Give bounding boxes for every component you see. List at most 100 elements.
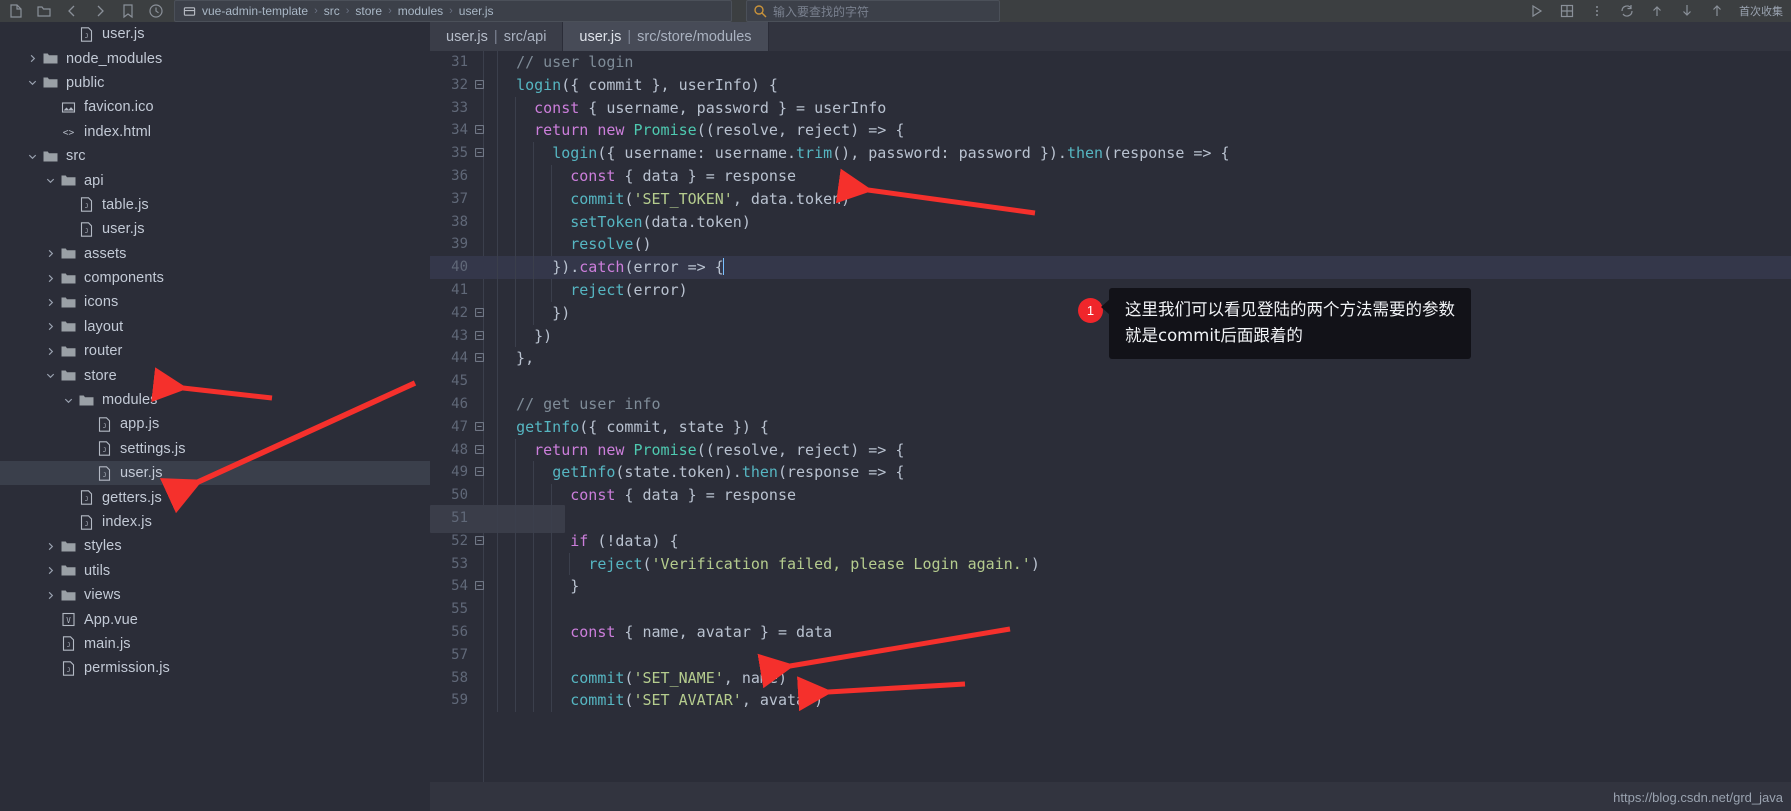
fold-toggle-icon[interactable] — [474, 347, 484, 370]
tree-item-favicon-ico[interactable]: favicon.ico — [0, 95, 430, 119]
push-icon[interactable] — [1679, 3, 1695, 19]
editor-tabbar[interactable]: user.js | src/api user.js | src/store/modules — [430, 22, 1791, 51]
more-icon[interactable] — [1589, 3, 1605, 19]
chevron-right-icon[interactable] — [44, 589, 57, 602]
tree-item-user-js[interactable]: Juser.js — [0, 461, 430, 486]
new-file-icon[interactable] — [8, 3, 24, 19]
code-text: } — [498, 575, 579, 598]
fold-toggle-icon[interactable] — [474, 119, 484, 142]
tree-item-user-js[interactable]: Juser.js — [0, 22, 430, 46]
line-number: 34 — [451, 122, 468, 139]
tree-item-table-js[interactable]: Jtable.js — [0, 193, 430, 217]
chevron-right-icon[interactable] — [44, 345, 57, 358]
fold-toggle-icon[interactable] — [474, 416, 484, 439]
fold-toggle-icon[interactable] — [474, 530, 484, 553]
fold-toggle-icon[interactable] — [474, 325, 484, 348]
tree-item-icons[interactable]: icons — [0, 290, 430, 314]
svg-text:V: V — [66, 616, 71, 625]
code-line: 56 const { name, avatar } = data — [430, 620, 1791, 644]
chevron-right-icon[interactable] — [44, 296, 57, 309]
chevron-right-icon[interactable] — [44, 540, 57, 553]
tree-item-label: views — [84, 587, 121, 604]
code-token: 'SET_TOKEN' — [633, 189, 733, 208]
tree-item-index-html[interactable]: <> index.html — [0, 120, 430, 144]
tree-item-node-modules[interactable]: node_modules — [0, 46, 430, 70]
tree-item-modules[interactable]: modules — [0, 388, 430, 412]
chevron-down-icon[interactable] — [26, 76, 39, 89]
tree-item-main-js[interactable]: Jmain.js — [0, 632, 430, 656]
breadcrumb-part-3[interactable]: modules — [398, 4, 443, 18]
tree-item-index-js[interactable]: Jindex.js — [0, 510, 430, 534]
tab-separator: | — [493, 28, 498, 45]
commit-icon[interactable] — [1649, 3, 1665, 19]
breadcrumb-part-0[interactable]: vue-admin-template — [202, 4, 308, 18]
tree-item-store[interactable]: store — [0, 363, 430, 387]
line-number: 39 — [451, 236, 468, 253]
bookmark-icon[interactable] — [120, 3, 136, 19]
vcs-update-icon[interactable] — [1619, 3, 1635, 19]
tree-item-views[interactable]: views — [0, 583, 430, 607]
fold-toggle-icon[interactable] — [474, 439, 484, 462]
chevron-right-icon[interactable] — [26, 52, 39, 65]
chevron-right-icon[interactable] — [44, 320, 57, 333]
forward-arrow-icon[interactable] — [92, 3, 108, 19]
tree-item-settings-js[interactable]: Jsettings.js — [0, 437, 430, 461]
tree-item-src[interactable]: src — [0, 144, 430, 168]
tree-item-app-vue[interactable]: V App.vue — [0, 607, 430, 631]
tree-item-styles[interactable]: styles — [0, 534, 430, 558]
editor-tab-1[interactable]: user.js | src/store/modules — [563, 22, 769, 51]
tree-item-app-js[interactable]: Japp.js — [0, 412, 430, 436]
tree-item-router[interactable]: router — [0, 339, 430, 363]
editor-tab-0[interactable]: user.js | src/api — [430, 22, 564, 51]
breadcrumb[interactable]: vue-admin-template › src › store › modul… — [174, 0, 732, 22]
tree-item-getters-js[interactable]: Jgetters.js — [0, 485, 430, 509]
tree-item-public[interactable]: public — [0, 71, 430, 95]
chevron-right-icon[interactable] — [44, 247, 57, 260]
chevron-right-icon[interactable] — [44, 272, 57, 285]
code-text: const { username, password } = userInfo — [498, 97, 886, 120]
chevron-down-icon[interactable] — [44, 174, 57, 187]
fold-toggle-icon[interactable] — [474, 142, 484, 165]
tree-item-utils[interactable]: utils — [0, 559, 430, 583]
code-line: 48 return new Promise((resolve, reject) … — [430, 438, 1791, 462]
open-folder-icon[interactable] — [36, 3, 52, 19]
fold-toggle-icon[interactable] — [474, 302, 484, 325]
line-number: 52 — [451, 532, 468, 549]
chevron-down-icon[interactable] — [62, 394, 75, 407]
tree-item-api[interactable]: api — [0, 168, 430, 192]
chevron-down-icon[interactable] — [26, 150, 39, 163]
code-text: }) — [498, 325, 552, 348]
search-input[interactable]: 输入要查找的字符 — [746, 0, 1000, 22]
tree-item-assets[interactable]: assets — [0, 242, 430, 266]
code-viewport[interactable]: 31 // user login 32 login({ commit }, use… — [430, 51, 1791, 811]
chevron-down-icon[interactable] — [44, 369, 57, 382]
build-icon[interactable] — [1559, 3, 1575, 19]
project-file-tree[interactable]: Juser.js node_modules public favicon.ico <> i… — [0, 22, 430, 789]
tree-item-components[interactable]: components — [0, 266, 430, 290]
fold-toggle-icon[interactable] — [474, 74, 484, 97]
code-text: commit('SET AVATAR', avatar) — [498, 689, 823, 712]
pull-icon[interactable] — [1709, 3, 1725, 19]
line-number: 50 — [451, 487, 468, 504]
fold-toggle-icon[interactable] — [474, 461, 484, 484]
breadcrumb-part-4[interactable]: user.js — [459, 4, 494, 18]
back-arrow-icon[interactable] — [64, 3, 80, 19]
tree-item-permission-js[interactable]: Jpermission.js — [0, 656, 430, 680]
code-token: then — [1066, 144, 1104, 163]
breadcrumb-part-1[interactable]: src — [324, 4, 340, 18]
indent-guide — [497, 598, 498, 621]
chevron-right-icon[interactable] — [44, 564, 57, 577]
code-token: new — [597, 121, 625, 140]
tree-item-layout[interactable]: layout — [0, 315, 430, 339]
breadcrumb-separator: › — [345, 5, 350, 17]
breadcrumb-part-2[interactable]: store — [355, 4, 382, 18]
fold-toggle-icon[interactable] — [474, 575, 484, 598]
history-icon[interactable] — [148, 3, 164, 19]
code-token: { name, avatar } = data — [615, 622, 833, 641]
code-line: 55 — [430, 598, 1791, 621]
tree-item-user-js[interactable]: Juser.js — [0, 217, 430, 241]
run-config-icon[interactable] — [1529, 3, 1545, 19]
code-text: // user login — [498, 51, 633, 74]
toolbar-right-label[interactable]: 首次收集 — [1739, 3, 1783, 19]
